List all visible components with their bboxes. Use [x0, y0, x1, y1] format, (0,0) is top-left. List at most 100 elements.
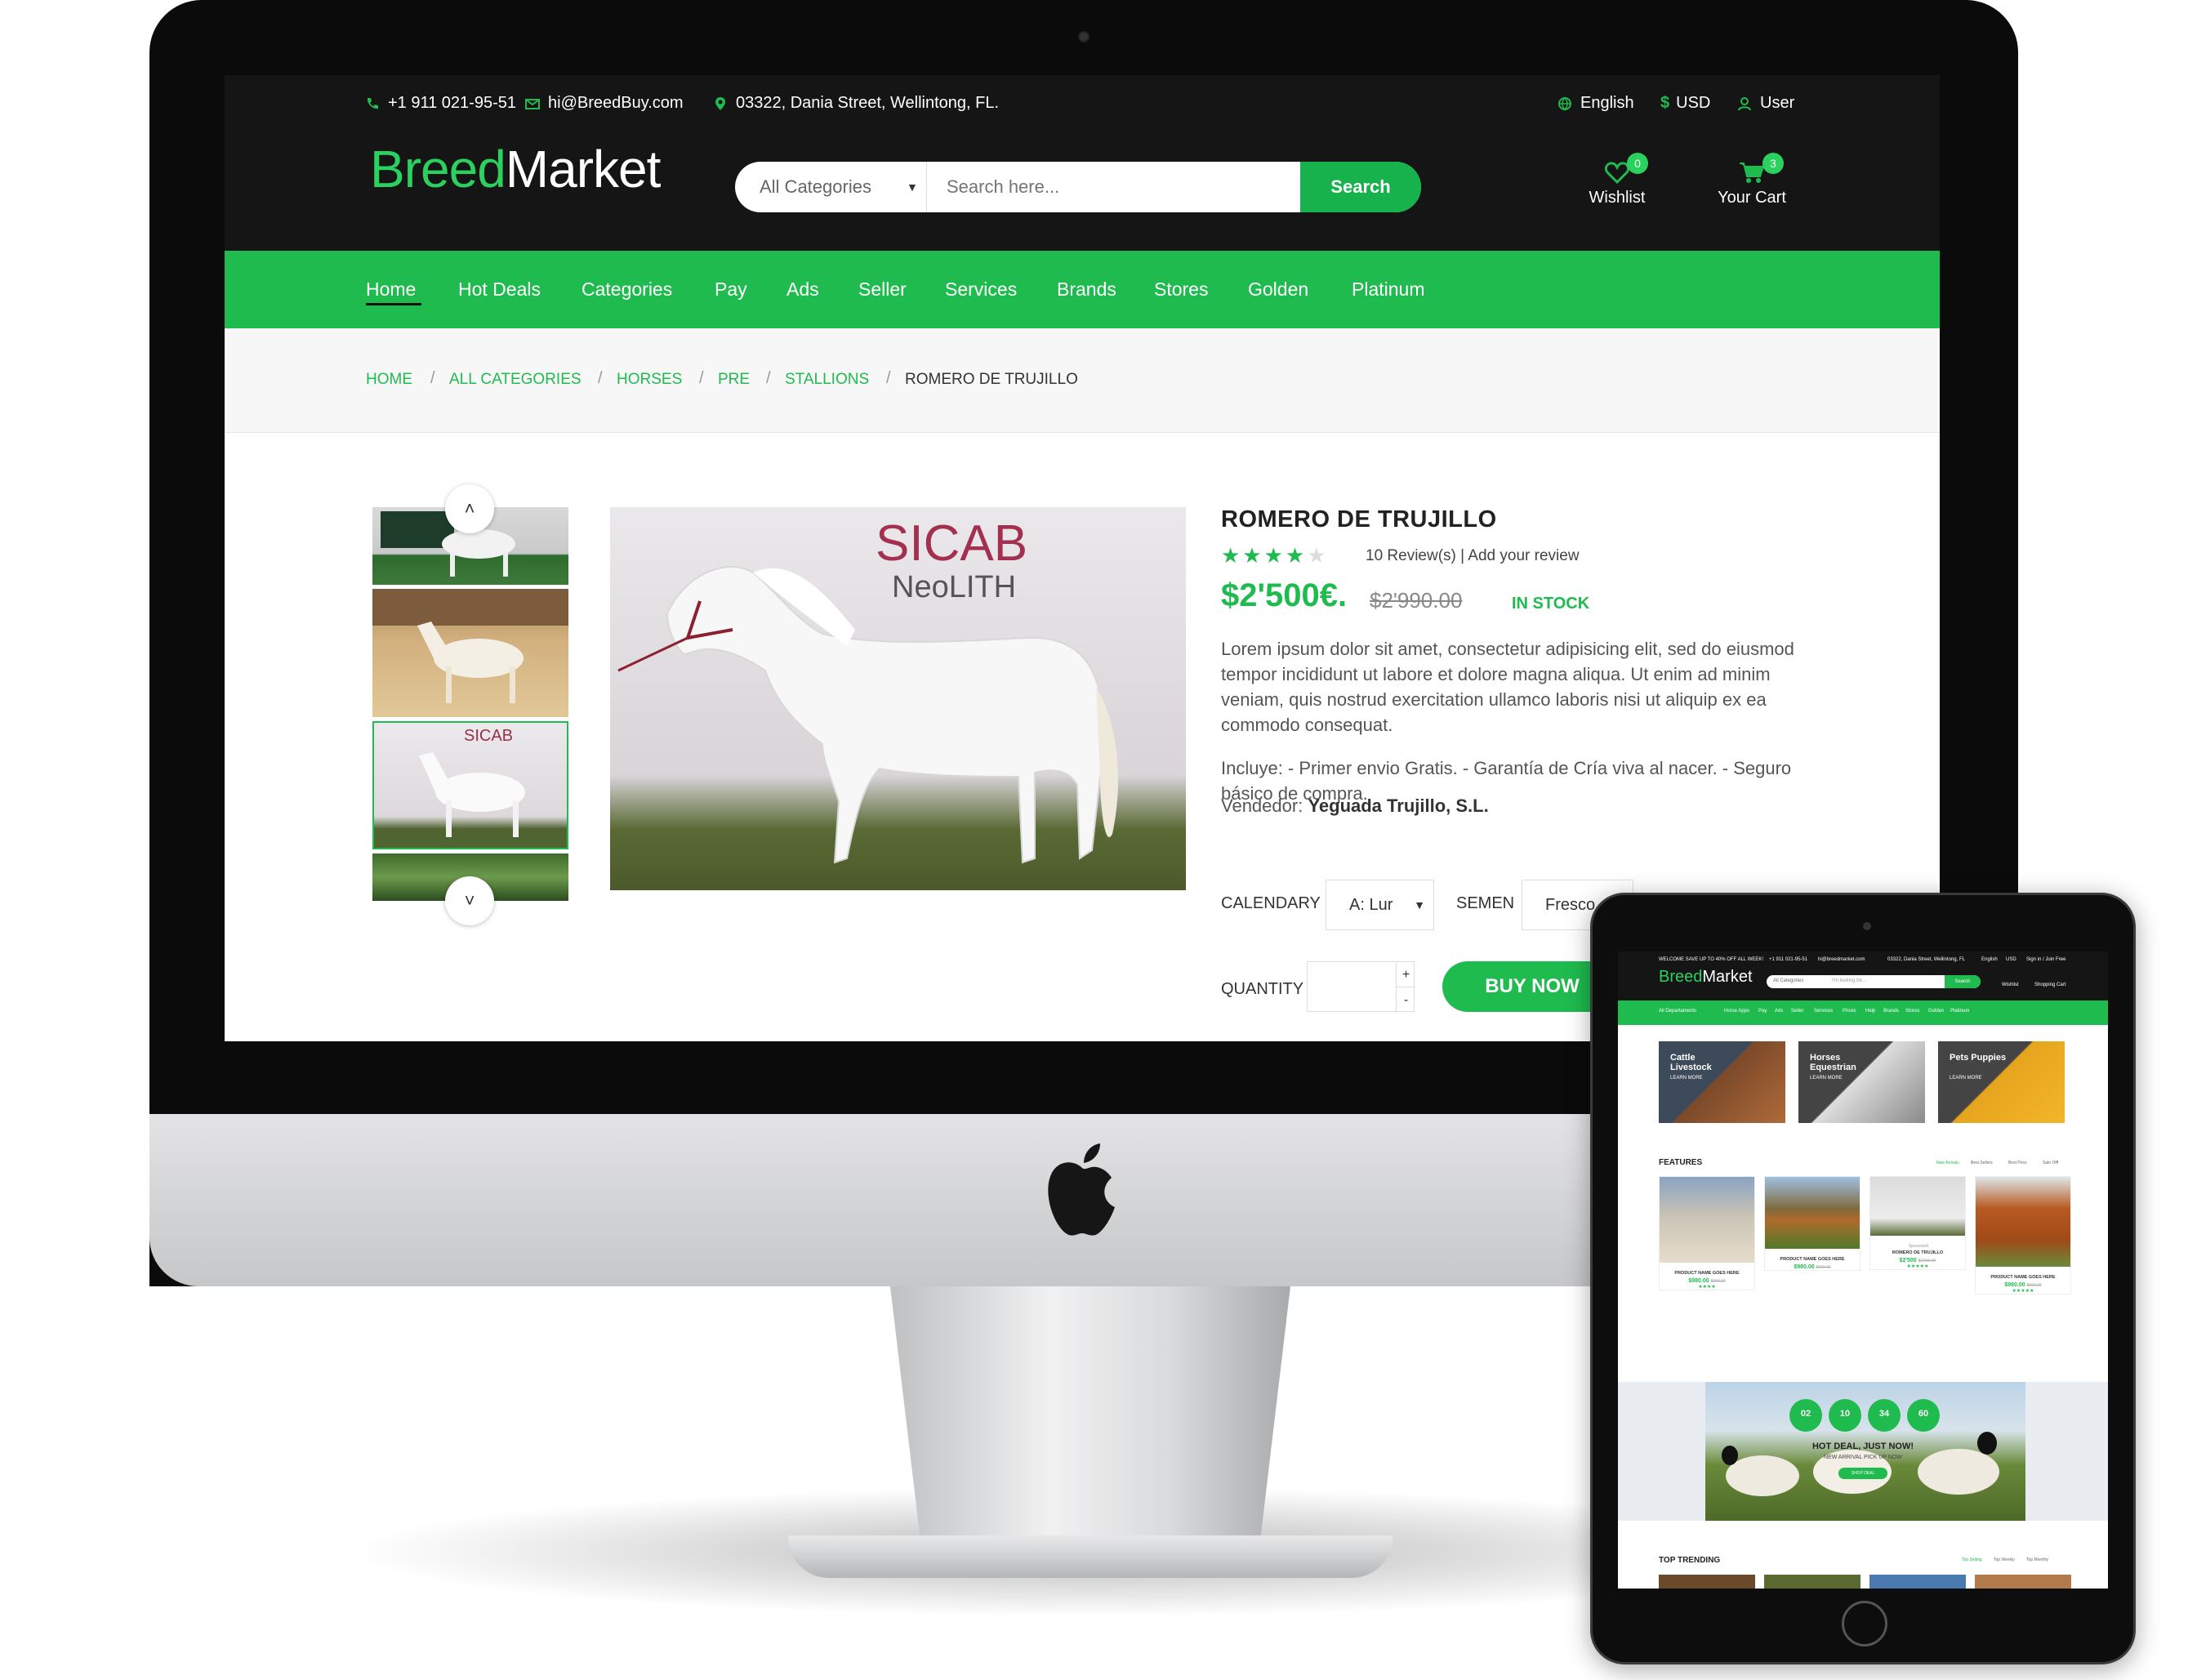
tablet-trending-tab[interactable]: Top Weekly [1994, 1557, 2015, 1562]
nav-ads[interactable]: Ads [787, 251, 819, 328]
quantity-stepper[interactable]: + - [1307, 961, 1415, 1013]
tablet-nav-all-departments[interactable]: All Departaments [1659, 1009, 1696, 1014]
tablet-product-card[interactable]: Sponsored ROMERO DE TRUJILLO $2'500 $2'9… [1869, 1176, 1966, 1270]
product-main-image[interactable]: SICAB NeoLITH [610, 507, 1186, 890]
tablet-category-card[interactable]: Pets Puppies LEARN MORE [1938, 1041, 2065, 1123]
breadcrumb-all-categories[interactable]: ALL CATEGORIES [449, 371, 582, 389]
tablet-cart[interactable]: Shopping Cart [2034, 983, 2065, 987]
nav-hot-deals[interactable]: Hot Deals [458, 251, 541, 328]
breadcrumb-home[interactable]: HOME [366, 371, 412, 389]
tablet-nav-item[interactable]: Brands [1883, 1009, 1899, 1014]
tablet-nav-item[interactable]: Prices [1843, 1009, 1856, 1014]
topbar-phone[interactable]: +1 911 021-95-51 [365, 91, 516, 114]
tablet-features-tab[interactable]: New Arrivals [1936, 1161, 1959, 1165]
search-input[interactable] [929, 162, 1296, 212]
calendar-select[interactable]: A: Lur ▼ [1326, 880, 1434, 930]
tablet-category-card[interactable]: Horses Equestrian LEARN MORE [1798, 1041, 1925, 1123]
tablet-logo[interactable]: BreedMarket [1659, 968, 1753, 987]
tablet-phone: +1 911 021-95-51 [1769, 957, 1808, 962]
tablet-wishlist[interactable]: Wishlist [2002, 983, 2019, 987]
tablet-nav-item[interactable]: Stores [1905, 1009, 1919, 1014]
nav-services[interactable]: Services [945, 251, 1017, 328]
thumbnail-scroll-up-button[interactable]: ˄ [445, 484, 494, 533]
reviews-link[interactable]: 10 Review(s) | Add your review [1366, 547, 1580, 565]
tablet-nav-item[interactable]: Help [1865, 1009, 1875, 1014]
nav-platinum[interactable]: Platinum [1352, 251, 1424, 328]
tablet-nav-item[interactable]: Pay [1758, 1009, 1767, 1014]
tablet-nav-item[interactable]: Horse Apps [1724, 1009, 1749, 1014]
quantity-increment-button[interactable]: + [1396, 962, 1415, 987]
nav-categories[interactable]: Categories [582, 251, 672, 328]
tablet-nav-item[interactable]: Ads [1775, 1009, 1783, 1014]
active-nav-indicator [366, 303, 421, 305]
currency-selector[interactable]: $ USD [1660, 91, 1710, 114]
seller-name[interactable]: Yeguada Trujillo, S.L. [1308, 795, 1488, 816]
breadcrumb-separator: / [886, 369, 891, 387]
tablet-nav-item[interactable]: Services [1814, 1009, 1833, 1014]
imac-camera [1078, 31, 1090, 42]
tablet-trending-image [1659, 1575, 1755, 1589]
tablet-home-button[interactable] [1842, 1601, 1887, 1647]
tablet-search-button[interactable]: Search [1945, 975, 1981, 988]
tablet-nav-item[interactable]: Seller [1791, 1009, 1803, 1014]
site-logo[interactable]: BreedMarket [370, 139, 661, 199]
tablet-product-price: $2'500 $2'990.00 [1870, 1258, 1965, 1263]
tablet-timer-hours: 10 [1829, 1399, 1861, 1432]
wishlist-label: Wishlist [1589, 189, 1646, 207]
nav-home[interactable]: Home [366, 251, 416, 328]
logo-part-1: Breed [370, 140, 506, 198]
search-button[interactable]: Search [1300, 162, 1421, 212]
thumbnail-scroll-down-button[interactable]: ˅ [445, 876, 494, 925]
tablet-product-price-value: $2'500 [1899, 1258, 1917, 1263]
tablet-product-price-value: $980.00 [1794, 1264, 1815, 1270]
tablet-trending-tab[interactable]: Top Monthly [2026, 1557, 2048, 1562]
tablet-search-input[interactable]: I'm looking for... [1832, 978, 1866, 983]
tablet-category-card[interactable]: Cattle Livestock LEARN MORE [1659, 1041, 1785, 1123]
breadcrumb-stallions[interactable]: STALLIONS [785, 371, 869, 389]
tablet-category-cta[interactable]: LEARN MORE [1950, 1076, 1982, 1081]
nav-pay[interactable]: Pay [715, 251, 747, 328]
user-menu[interactable]: User [1737, 91, 1794, 114]
nav-stores[interactable]: Stores [1154, 251, 1208, 328]
breadcrumb-horses[interactable]: HORSES [617, 371, 682, 389]
tablet-hot-deal-button[interactable]: SHOP DEAL [1838, 1468, 1887, 1479]
quantity-decrement-button[interactable]: - [1396, 987, 1415, 1013]
tablet-search-category[interactable]: All Categories [1773, 978, 1803, 983]
nav-golden[interactable]: Golden [1248, 251, 1308, 328]
product-thumbnail-active[interactable]: SICAB [372, 721, 568, 849]
tablet-screen: WELCOME SAVE UP TO 40% OFF ALL WEEK! +1 … [1618, 951, 2108, 1589]
semen-label: SEMEN [1456, 894, 1515, 912]
nav-seller[interactable]: Seller [858, 251, 907, 328]
tablet-nav-item[interactable]: Platinum [1950, 1009, 1969, 1014]
wishlist-button[interactable]: Wishlist 0 [1568, 153, 1666, 207]
tablet-nav-item[interactable]: Golden [1928, 1009, 1944, 1014]
tablet-product-card[interactable]: PRODUCT NAME GOES HERE $980.00 $990.00 [1764, 1176, 1860, 1271]
tablet-features-tab[interactable]: Best Price [2008, 1161, 2027, 1165]
cart-button[interactable]: Your Cart 3 [1699, 153, 1805, 207]
tablet-features-tab[interactable]: Sale Offf [2043, 1161, 2058, 1165]
tablet-trending-tab[interactable]: Top Selling [1962, 1557, 1981, 1562]
topbar-email[interactable]: hi@BreedBuy.com [525, 91, 684, 114]
tablet-currency[interactable]: USD [2006, 957, 2016, 962]
breadcrumb-separator: / [699, 369, 704, 387]
search-category-select[interactable]: All Categories [735, 162, 927, 212]
tablet-address: 03322, Dania Street, Wellintong, FL [1887, 957, 1965, 962]
tablet-category-cta[interactable]: LEARN MORE [1670, 1076, 1703, 1081]
tablet-product-card[interactable]: PRODUCT NAME GOES HERE $980.00 $990.00 ★… [1975, 1176, 2071, 1295]
language-selector[interactable]: English [1557, 91, 1634, 114]
product-thumbnail[interactable] [372, 589, 568, 717]
tablet-features-tab[interactable]: Best Sellers [1971, 1161, 1993, 1165]
tablet-product-price-value: $980.00 [2004, 1282, 2025, 1288]
nav-brands[interactable]: Brands [1057, 251, 1116, 328]
tablet-category-cta[interactable]: LEARN MORE [1810, 1076, 1843, 1081]
tablet-hot-deal-subtitle: NEW ARRIVAL PICK UP NOW [1824, 1455, 1902, 1460]
stock-status: IN STOCK [1512, 595, 1590, 613]
phone-icon [367, 97, 378, 109]
tablet-product-name: PRODUCT NAME GOES HERE [1990, 1275, 2056, 1280]
tablet-product-card[interactable]: PRODUCT NAME GOES HERE $980.00 $990.00 ★… [1659, 1176, 1755, 1290]
currency-label: USD [1676, 94, 1711, 112]
breadcrumb-pre[interactable]: PRE [718, 371, 750, 389]
search-bar: All Categories ▼ Search [735, 162, 1421, 212]
tablet-signin[interactable]: Sign in / Join Free [2026, 957, 2065, 962]
tablet-language[interactable]: English [1981, 957, 1998, 962]
